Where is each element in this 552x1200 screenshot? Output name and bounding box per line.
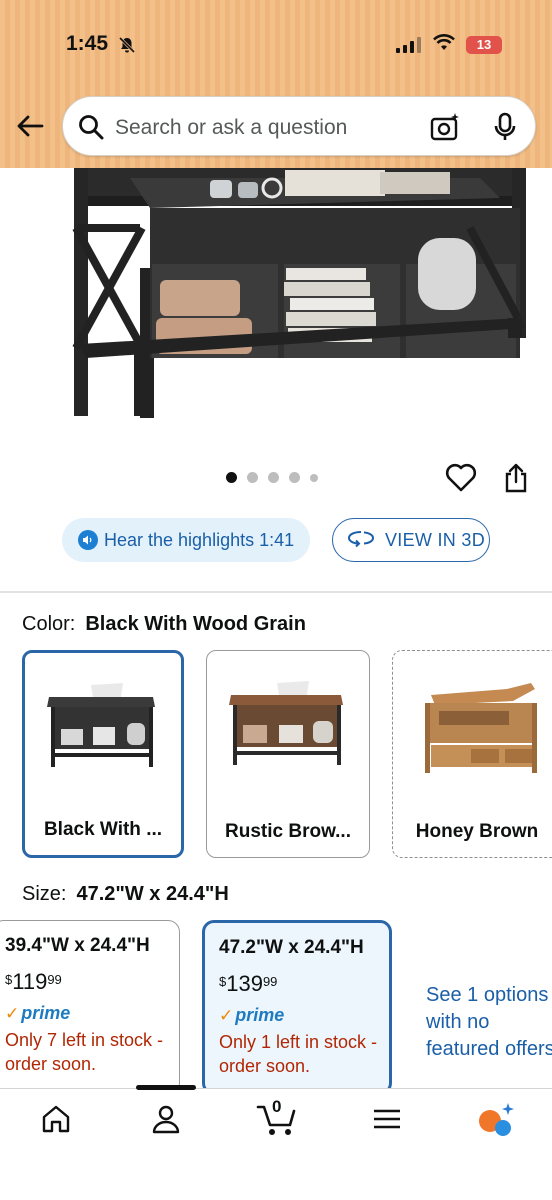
menu-icon[interactable]	[372, 1103, 402, 1140]
section-divider	[0, 591, 552, 593]
view-in-3d-button[interactable]: VIEW IN 3D	[332, 518, 490, 562]
search-bar[interactable]: Search or ask a question	[62, 96, 536, 156]
prime-label: prime	[235, 1005, 285, 1025]
search-input[interactable]: Search or ask a question	[115, 116, 347, 140]
size-option-39-4[interactable]: 39.4"W x 24.4"H $11999 ✓ prime Only 7 lef…	[0, 920, 180, 1095]
prime-badge: ✓ prime	[219, 1005, 379, 1026]
battery-indicator: 13	[466, 36, 502, 54]
rufus-assistant-icon[interactable]	[476, 1101, 516, 1144]
carousel-dot[interactable]	[310, 473, 318, 482]
color-option-label: Rustic Brow...	[225, 821, 351, 842]
scroll-handle	[136, 1085, 196, 1090]
price-cents: 99	[262, 974, 278, 989]
honey-brown-table-thumbnail	[425, 683, 537, 773]
cart-count: 0	[272, 1097, 282, 1116]
home-icon[interactable]	[40, 1103, 72, 1140]
app-root: 1:45 13 Search or ask a question Hear th…	[0, 0, 552, 1200]
audio-icon	[78, 530, 98, 550]
account-icon[interactable]	[150, 1103, 182, 1140]
wifi-icon	[432, 34, 456, 57]
size-option-price: $11999	[5, 969, 169, 995]
carousel-dot[interactable]	[289, 472, 300, 483]
prime-check-icon: ✓	[219, 1005, 234, 1025]
see-more-options-link[interactable]: See 1 options with no featured offers	[426, 982, 552, 1063]
price-dollars: 119	[12, 969, 48, 994]
cart-icon[interactable]: 0	[256, 1097, 300, 1144]
size-selection-label: Size: 47.2"W x 24.4"H	[22, 883, 229, 906]
selected-color: Black With Wood Grain	[85, 613, 306, 635]
color-option-rustic-brown[interactable]: Rustic Brow...	[206, 650, 370, 858]
prime-badge: ✓ prime	[5, 1003, 169, 1024]
color-label: Color:	[22, 613, 76, 635]
carousel-dot[interactable]	[247, 472, 258, 483]
carousel-dot[interactable]	[226, 472, 237, 483]
size-option-title: 39.4"W x 24.4"H	[5, 935, 150, 956]
carousel-dot[interactable]	[268, 472, 279, 483]
color-option-honey-brown[interactable]: Honey Brown	[392, 650, 552, 858]
price-dollars: 139	[226, 971, 263, 996]
size-option-47-2[interactable]: 47.2"W x 24.4"H $13999 ✓ prime Only 1 lef…	[202, 920, 392, 1095]
product-image[interactable]	[60, 168, 540, 428]
image-carousel-dots[interactable]	[226, 472, 318, 483]
rustic-brown-table-thumbnail	[229, 681, 343, 765]
back-arrow-icon[interactable]	[14, 110, 46, 147]
heart-icon[interactable]	[444, 462, 478, 499]
size-option-price: $13999	[219, 971, 379, 997]
header: 1:45 13 Search or ask a question	[0, 0, 552, 168]
search-icon	[77, 113, 105, 146]
status-time: 1:45	[66, 32, 109, 55]
share-icon[interactable]	[502, 462, 530, 499]
color-option-label: Honey Brown	[415, 821, 539, 842]
camera-search-icon[interactable]	[429, 111, 461, 148]
bottom-nav-bar: 0	[0, 1088, 552, 1200]
size-option-title: 47.2"W x 24.4"H	[219, 937, 364, 958]
cell-signal-icon	[396, 37, 421, 53]
hear-highlights-button[interactable]: Hear the highlights 1:41	[62, 518, 310, 562]
hear-highlights-label: Hear the highlights 1:41	[104, 529, 295, 550]
size-label: Size:	[22, 883, 67, 905]
black-table-thumbnail	[47, 683, 155, 767]
prime-check-icon: ✓	[5, 1003, 20, 1023]
prime-label: prime	[21, 1003, 71, 1023]
status-bar: 1:45 13	[0, 28, 552, 64]
silent-bell-icon	[118, 36, 136, 59]
view-in-3d-label: VIEW IN 3D	[385, 529, 486, 550]
color-option-black[interactable]: Black With ...	[22, 650, 184, 858]
color-option-label: Black With ...	[43, 819, 163, 840]
price-cents: 99	[47, 972, 62, 987]
color-selection-label: Color: Black With Wood Grain	[22, 613, 306, 636]
price-currency: $	[219, 974, 227, 989]
stock-status: Only 7 left in stock - order soon.	[5, 1030, 164, 1074]
price-currency: $	[5, 972, 13, 987]
microphone-icon[interactable]	[491, 111, 519, 148]
stock-status: Only 1 left in stock - order soon.	[219, 1032, 378, 1076]
selected-size: 47.2"W x 24.4"H	[76, 883, 229, 905]
rotate-3d-icon	[347, 528, 375, 553]
